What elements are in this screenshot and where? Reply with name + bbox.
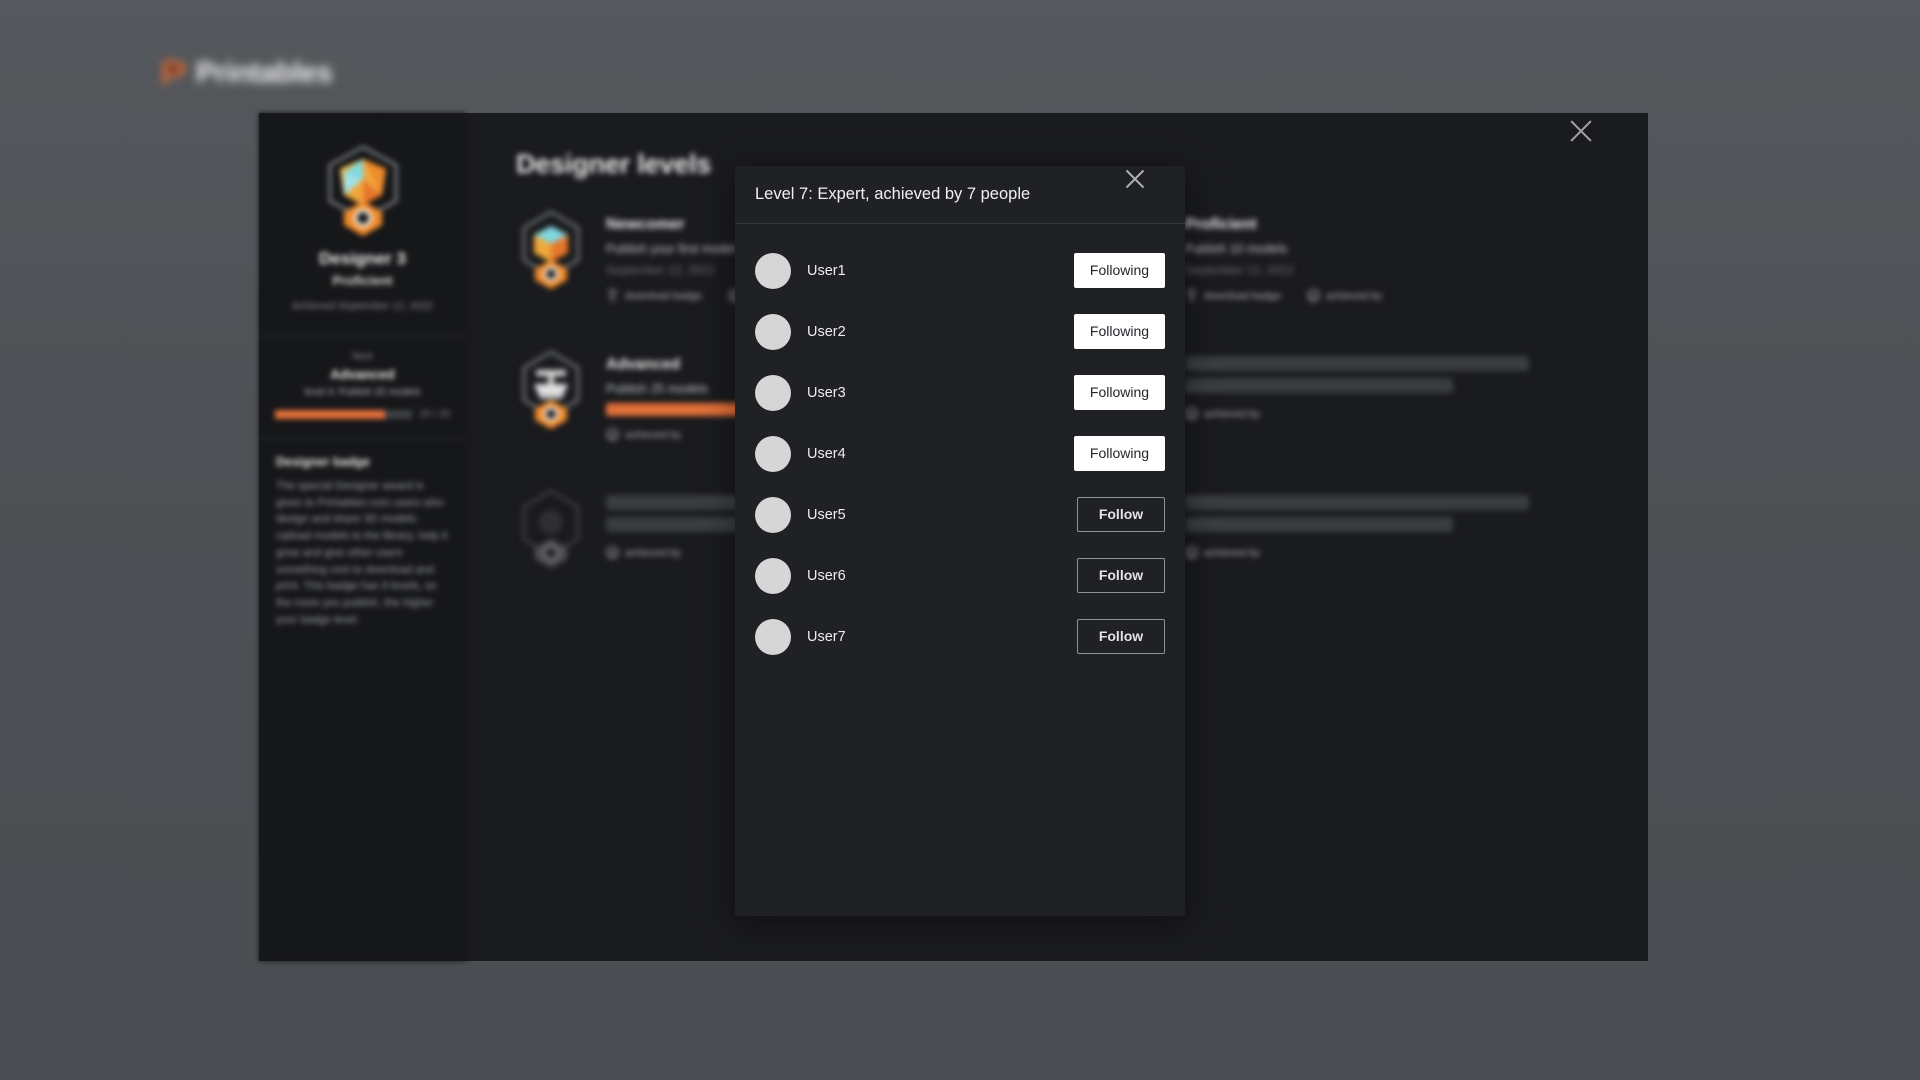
following-button[interactable]: Following (1074, 375, 1165, 410)
user-name[interactable]: User6 (807, 568, 1077, 584)
following-button[interactable]: Following (1074, 314, 1165, 349)
user-name[interactable]: User1 (807, 263, 1074, 279)
user-row: User7 Follow (755, 606, 1165, 667)
avatar[interactable] (755, 313, 791, 350)
user-row: User6 Follow (755, 545, 1165, 606)
avatar[interactable] (755, 618, 791, 655)
modal-user-list: User1 Following User2 Following User3 Followi… (735, 224, 1185, 667)
user-name[interactable]: User5 (807, 507, 1077, 523)
achieved-by-modal: Level 7: Expert, achieved by 7 people Us… (735, 166, 1185, 916)
follow-button[interactable]: Follow (1077, 558, 1165, 593)
avatar[interactable] (755, 496, 791, 533)
modal-backdrop: Level 7: Expert, achieved by 7 people Us… (0, 0, 1920, 1080)
avatar[interactable] (755, 557, 791, 594)
avatar[interactable] (755, 435, 791, 472)
user-name[interactable]: User2 (807, 324, 1074, 340)
avatar[interactable] (755, 374, 791, 411)
avatar[interactable] (755, 252, 791, 289)
follow-button[interactable]: Follow (1077, 619, 1165, 654)
user-row: User4 Following (755, 423, 1165, 484)
user-row: User1 Following (755, 240, 1165, 301)
user-row: User2 Following (755, 301, 1165, 362)
following-button[interactable]: Following (1074, 253, 1165, 288)
modal-title: Level 7: Expert, achieved by 7 people (755, 185, 1031, 203)
user-name[interactable]: User4 (807, 446, 1074, 462)
modal-header: Level 7: Expert, achieved by 7 people (735, 166, 1185, 224)
user-row: User3 Following (755, 362, 1165, 423)
modal-close-button[interactable] (1135, 179, 1167, 211)
user-name[interactable]: User3 (807, 385, 1074, 401)
app-root: Printables Designer 3 Proficient Achieve… (0, 0, 1920, 1080)
following-button[interactable]: Following (1074, 436, 1165, 471)
follow-button[interactable]: Follow (1077, 497, 1165, 532)
user-name[interactable]: User7 (807, 629, 1077, 645)
user-row: User5 Follow (755, 484, 1165, 545)
